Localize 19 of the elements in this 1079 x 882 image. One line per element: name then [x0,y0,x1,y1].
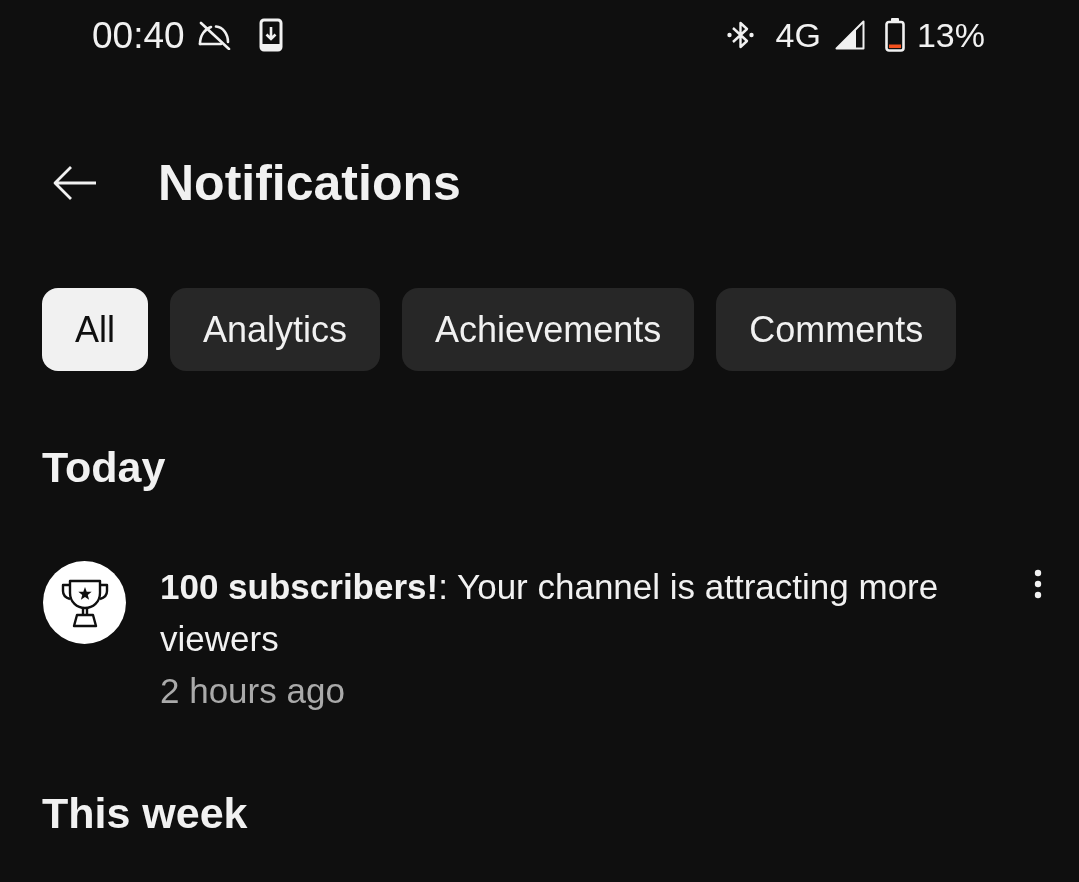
filter-chip[interactable]: Comments [716,288,957,371]
back-arrow-icon[interactable] [52,165,97,201]
phone-download-icon [258,18,283,52]
filter-chip[interactable]: All [42,288,148,371]
signal-icon [834,20,865,50]
section-heading: Today [42,443,166,491]
filter-chip[interactable]: Achievements [402,288,695,371]
trophy-icon [43,561,126,644]
bell-off-icon [196,20,231,50]
filter-chip[interactable]: Analytics [170,288,381,371]
clock-time: 00:40 [92,16,185,54]
notification-text: 100 subscribers!: Your channel is attracting more viewers [160,566,940,660]
notification-time: 2 hours ago [160,670,345,712]
page-title: Notifications [158,158,461,208]
section-heading: This week [42,789,248,837]
network-type: 4G [775,18,821,52]
battery-percentage: 13% [916,18,985,52]
battery-icon [884,18,905,52]
kebab-menu-icon[interactable] [1034,569,1042,599]
